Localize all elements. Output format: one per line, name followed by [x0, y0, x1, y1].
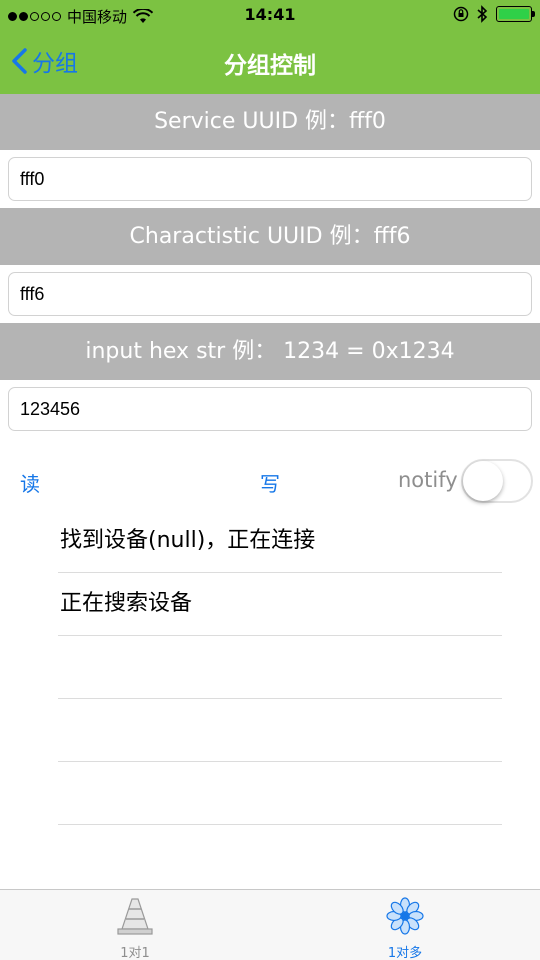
bluetooth-icon [477, 5, 488, 23]
read-button[interactable]: 读 [20, 468, 40, 497]
notify-toggle[interactable] [461, 459, 533, 503]
list-item[interactable] [58, 636, 502, 699]
orientation-lock-icon [453, 6, 469, 22]
list-item[interactable]: 找到设备(null)，正在连接 [58, 510, 502, 573]
characteristic-uuid-header: Charactistic UUID 例：fff6 [0, 208, 540, 265]
status-bar: 中国移动 14:41 [0, 0, 540, 30]
notify-label: notify [398, 468, 458, 492]
tab-bar: 1对1 1对多 [0, 889, 540, 960]
tab-label: 1对1 [120, 946, 150, 960]
log-list: 找到设备(null)，正在连接 正在搜索设备 [58, 510, 502, 825]
hex-input-header: input hex str 例： 1234 = 0x1234 [0, 323, 540, 380]
traffic-cone-icon [117, 898, 153, 935]
hex-string-input[interactable] [8, 387, 532, 431]
list-item[interactable] [58, 699, 502, 762]
status-right [453, 5, 535, 23]
toggle-knob [463, 461, 503, 501]
write-button[interactable]: 写 [260, 468, 280, 497]
flower-icon [386, 897, 424, 935]
navigation-bar: 分组 分组控制 [0, 30, 540, 94]
tab-one-to-one[interactable]: 1对1 [85, 896, 185, 960]
service-uuid-header: Service UUID 例：fff0 [0, 94, 540, 150]
page-title: 分组控制 [224, 53, 316, 79]
service-uuid-input[interactable] [8, 157, 532, 201]
characteristic-uuid-input[interactable] [8, 272, 532, 316]
list-item[interactable]: 正在搜索设备 [58, 573, 502, 636]
list-item[interactable] [58, 762, 502, 825]
tab-label: 1对多 [387, 946, 423, 960]
battery-icon [496, 6, 535, 22]
tab-one-to-many[interactable]: 1对多 [355, 896, 455, 960]
